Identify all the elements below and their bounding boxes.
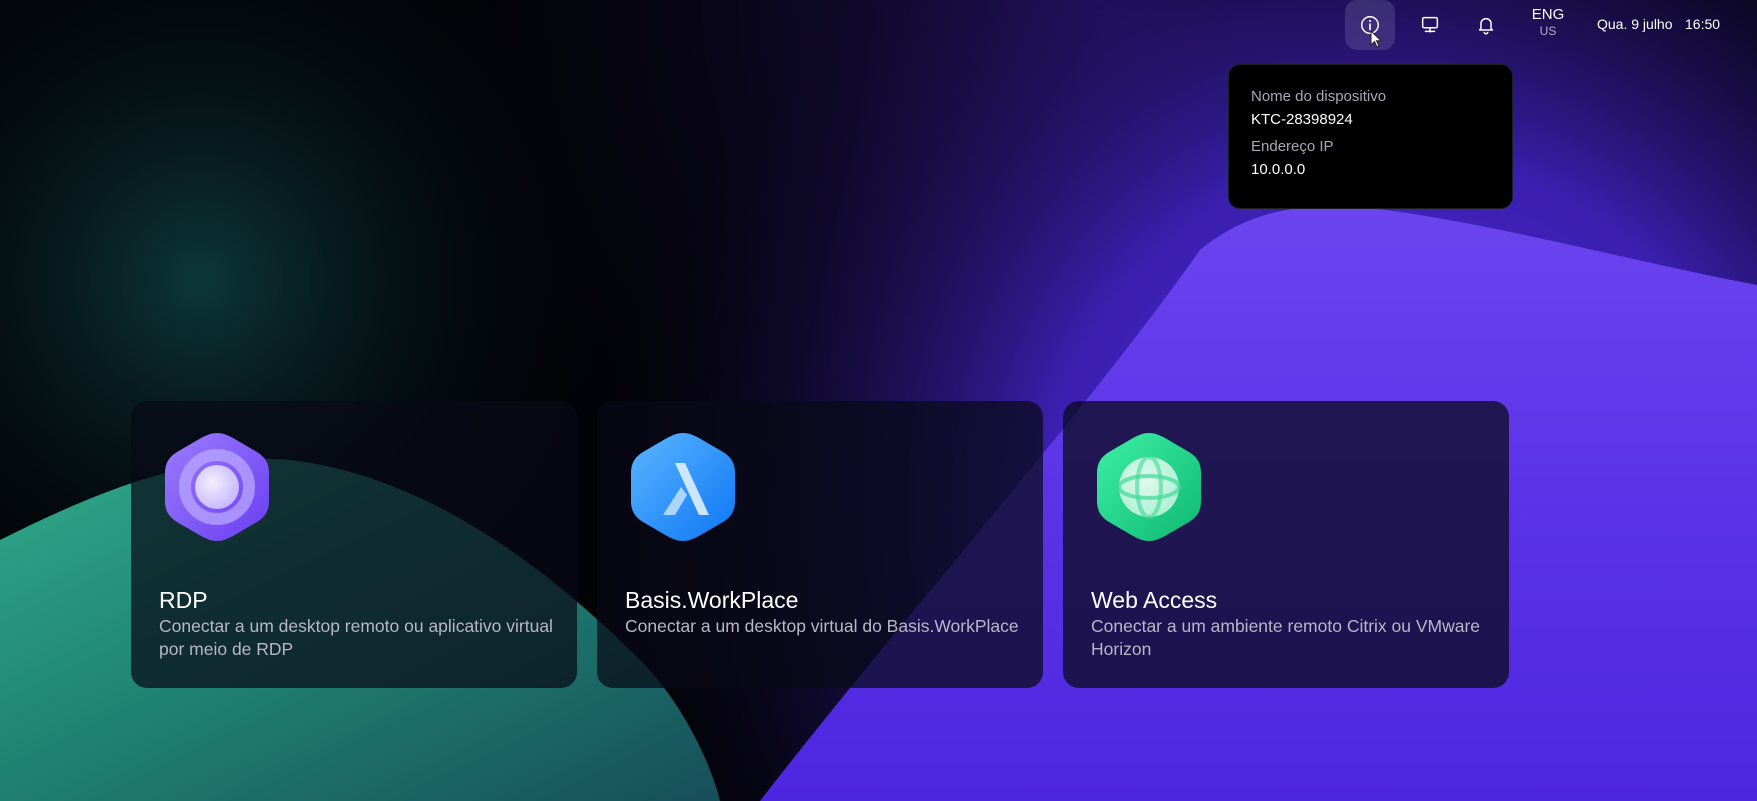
device-info-popup: Nome do dispositivo KTC-28398924 Endereç… <box>1228 64 1513 209</box>
time-display: 16:50 <box>1685 16 1721 32</box>
workplace-card-title: Basis.WorkPlace <box>625 587 799 613</box>
rdp-card-title: RDP <box>159 587 208 613</box>
notifications-button[interactable] <box>1461 0 1511 50</box>
rdp-card-description: Conectar a um desktop remoto ou aplicati… <box>159 616 553 659</box>
device-name-value: KTC-28398924 <box>1251 111 1353 128</box>
keyboard-layout-indicator[interactable]: ENG US <box>1528 7 1568 37</box>
web-access-card-title: Web Access <box>1091 587 1218 613</box>
rdp-logo-icon <box>165 433 269 541</box>
display-settings-button[interactable] <box>1405 0 1455 50</box>
workplace-card-description: Conectar a um desktop virtual do Basis.W… <box>625 616 1019 636</box>
web-access-logo-icon <box>1097 433 1201 541</box>
desktop: ENG US Qua. 9 julho 16:50 Nome do dispos… <box>0 0 1757 801</box>
date-display: Qua. 9 julho <box>1597 16 1673 32</box>
workplace-connection-card[interactable]: Basis.WorkPlace Conectar a um desktop vi… <box>597 401 1043 688</box>
device-name-label: Nome do dispositivo <box>1251 88 1387 105</box>
workplace-logo-icon <box>631 433 735 541</box>
language-code: ENG <box>1531 6 1565 23</box>
web-access-card-description: Conectar a um ambiente remoto Citrix ou … <box>1091 616 1481 659</box>
bell-icon <box>1478 17 1494 35</box>
web-access-connection-card[interactable]: Web Access Conectar a um ambiente remoto… <box>1063 401 1509 688</box>
monitor-icon <box>1421 16 1439 33</box>
ip-address-label: Endereço IP <box>1251 138 1334 155</box>
rdp-connection-card[interactable]: RDP Conectar a um desktop remoto ou apli… <box>131 401 577 688</box>
region-code: US <box>1539 24 1557 38</box>
ip-address-value: 10.0.0.0 <box>1251 161 1306 178</box>
mouse-cursor-icon <box>1370 30 1383 48</box>
